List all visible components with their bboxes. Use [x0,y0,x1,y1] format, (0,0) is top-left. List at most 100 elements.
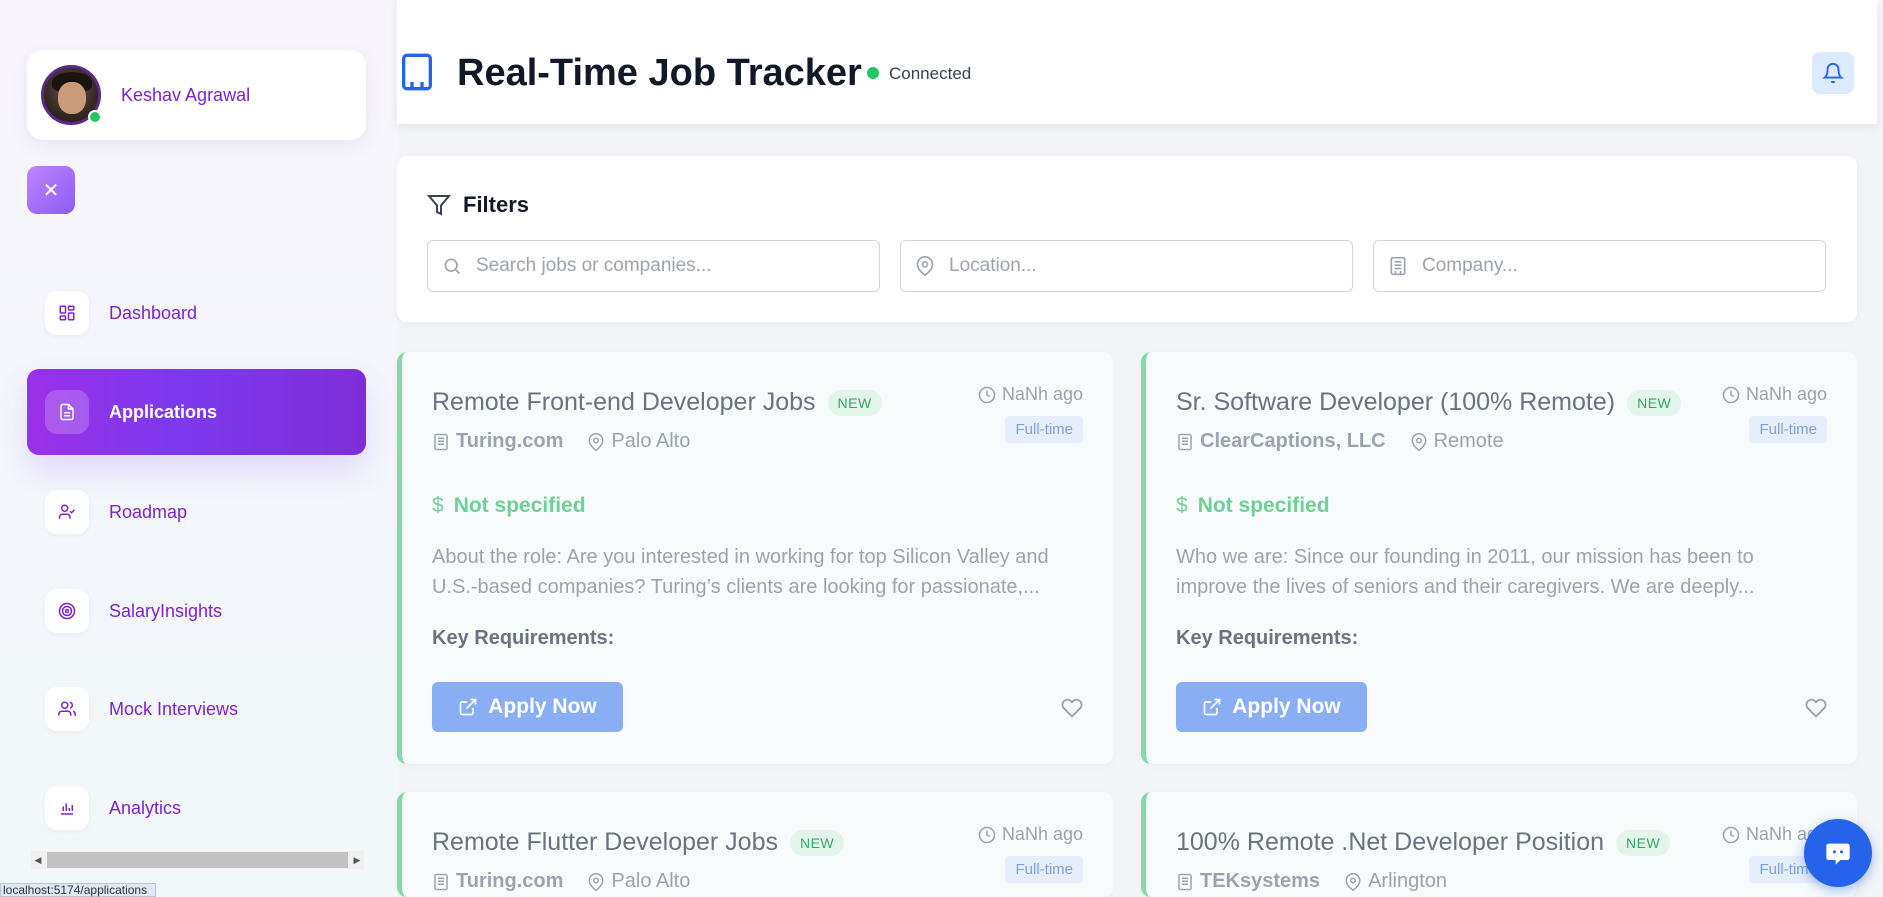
chat-button[interactable] [1804,819,1872,887]
sidebar-item-label: Mock Interviews [109,698,239,719]
external-link-icon [1203,698,1221,716]
dashboard-grid-icon [45,291,89,335]
map-pin-icon [588,432,604,451]
new-badge: NEW [1627,389,1682,416]
search-icon [444,258,461,275]
salary-text: Not specified [1197,494,1330,517]
building-icon [434,433,448,450]
job-location: Arlington [1368,870,1447,892]
posted-time-text: NaNh ago [1001,824,1083,844]
bar-chart-icon [45,786,89,830]
new-badge: NEW [827,389,882,416]
posted-time-text: NaNh ago [1745,384,1827,404]
key-requirements-label: Key Requirements: [1176,627,1359,649]
sidebar-item-applications[interactable]: Applications [27,369,366,455]
sidebar-item-mock-interviews[interactable]: Mock Interviews [27,666,366,752]
company-name: Turing.com [456,430,564,452]
job-meta: Turing.com Palo Alto [432,870,690,893]
job-location: Palo Alto [611,870,691,892]
notifications-button[interactable] [1812,52,1854,94]
job-title-text: Remote Flutter Developer Jobs [432,828,778,856]
job-meta: TEKsystems Arlington [1176,870,1447,893]
document-icon [45,390,89,434]
profile-name: Keshav Agrawal [121,84,251,105]
posted-time: NaNh ago [1722,384,1827,405]
building-icon [1390,256,1406,276]
heart-icon[interactable] [1061,697,1083,719]
company-field[interactable] [1373,240,1826,292]
posted-time: NaNh ago [978,384,1083,405]
company-input[interactable] [1422,255,1802,277]
filter-icon [427,195,451,216]
job-description: Who we are: Since our founding in 2011, … [1176,546,1755,598]
heart-icon[interactable] [1805,697,1827,719]
close-sidebar-button[interactable]: ✕ [27,166,75,214]
building-icon [402,53,432,91]
job-location: Remote [1433,430,1504,452]
job-card[interactable]: Remote Flutter Developer Jobs NEW NaNh a… [397,792,1113,897]
target-icon [45,589,89,633]
profile-card[interactable]: Keshav Agrawal [27,50,366,140]
scroll-left-icon[interactable]: ◀ [31,855,45,866]
job-card[interactable]: Remote Front-end Developer Jobs NEW NaNh… [397,352,1113,764]
job-card[interactable]: Sr. Software Developer (100% Remote) NEW… [1141,352,1857,764]
job-location: Palo Alto [611,430,691,452]
building-icon [1178,433,1192,450]
external-link-icon [459,698,477,716]
sidebar-item-dashboard[interactable]: Dashboard [27,270,366,356]
building-icon [434,873,448,890]
salary: $ Not specified [432,494,586,518]
job-title-text: Remote Front-end Developer Jobs [432,388,816,416]
building-icon [1178,873,1192,890]
connection-status-label: Connected [889,64,972,83]
clock-icon [1722,826,1740,843]
sidebar-item-roadmap[interactable]: Roadmap [27,469,366,555]
job-title-text: 100% Remote .Net Developer Position [1176,828,1605,856]
posted-time: NaNh ago [978,824,1083,845]
location-field[interactable] [900,240,1353,292]
dollar-icon: $ [1176,494,1188,517]
apply-now-label: Apply Now [488,695,597,718]
sidebar: Keshav Agrawal ✕ Dashboard Applications … [0,0,397,897]
clock-icon [978,826,996,843]
search-input[interactable] [476,255,856,277]
apply-now-label: Apply Now [1232,695,1341,718]
clock-icon [978,386,996,403]
apply-now-button[interactable]: Apply Now [432,682,623,732]
company-name: ClearCaptions, LLC [1200,430,1386,452]
scroll-thumb[interactable] [47,852,348,868]
status-bar-url: localhost:5174/applications [0,883,157,897]
job-card[interactable]: 100% Remote .Net Developer Position NEW … [1141,792,1857,897]
chat-bot-icon [1826,843,1850,865]
map-pin-icon [1345,872,1361,891]
job-title: 100% Remote .Net Developer Position NEW [1176,828,1671,857]
location-input[interactable] [949,255,1329,277]
sidebar-item-label: Roadmap [109,501,188,522]
job-meta: Turing.com Palo Alto [432,430,690,453]
job-description: About the role: Are you interested in wo… [432,546,1049,598]
map-pin-icon [588,872,604,891]
sidebar-item-salaryinsights[interactable]: SalaryInsights [27,568,366,654]
company-name: TEKsystems [1200,870,1321,892]
sidebar-item-analytics[interactable]: Analytics [27,765,366,851]
filters-label: Filters [463,192,530,217]
sidebar-item-label: Dashboard [109,302,198,323]
sidebar-item-label: SalaryInsights [109,600,223,621]
apply-now-button[interactable]: Apply Now [1176,682,1367,732]
salary-text: Not specified [453,494,586,517]
job-type-badge: Full-time [1749,416,1827,443]
connection-status-dot [867,67,879,79]
page-title: Real-Time Job Tracker [457,52,862,94]
dollar-icon: $ [432,494,444,517]
horizontal-scrollbar[interactable]: ◀ ▶ [31,851,364,869]
job-title: Sr. Software Developer (100% Remote) NEW [1176,388,1682,417]
search-field[interactable] [427,240,880,292]
map-pin-icon [1411,432,1427,451]
job-title: Remote Front-end Developer Jobs NEW [432,388,882,417]
scroll-right-icon[interactable]: ▶ [350,855,364,866]
new-badge: NEW [1616,829,1671,856]
bell-icon [1822,63,1844,84]
salary: $ Not specified [1176,494,1330,518]
posted-time-text: NaNh ago [1001,384,1083,404]
avatar [41,65,102,125]
